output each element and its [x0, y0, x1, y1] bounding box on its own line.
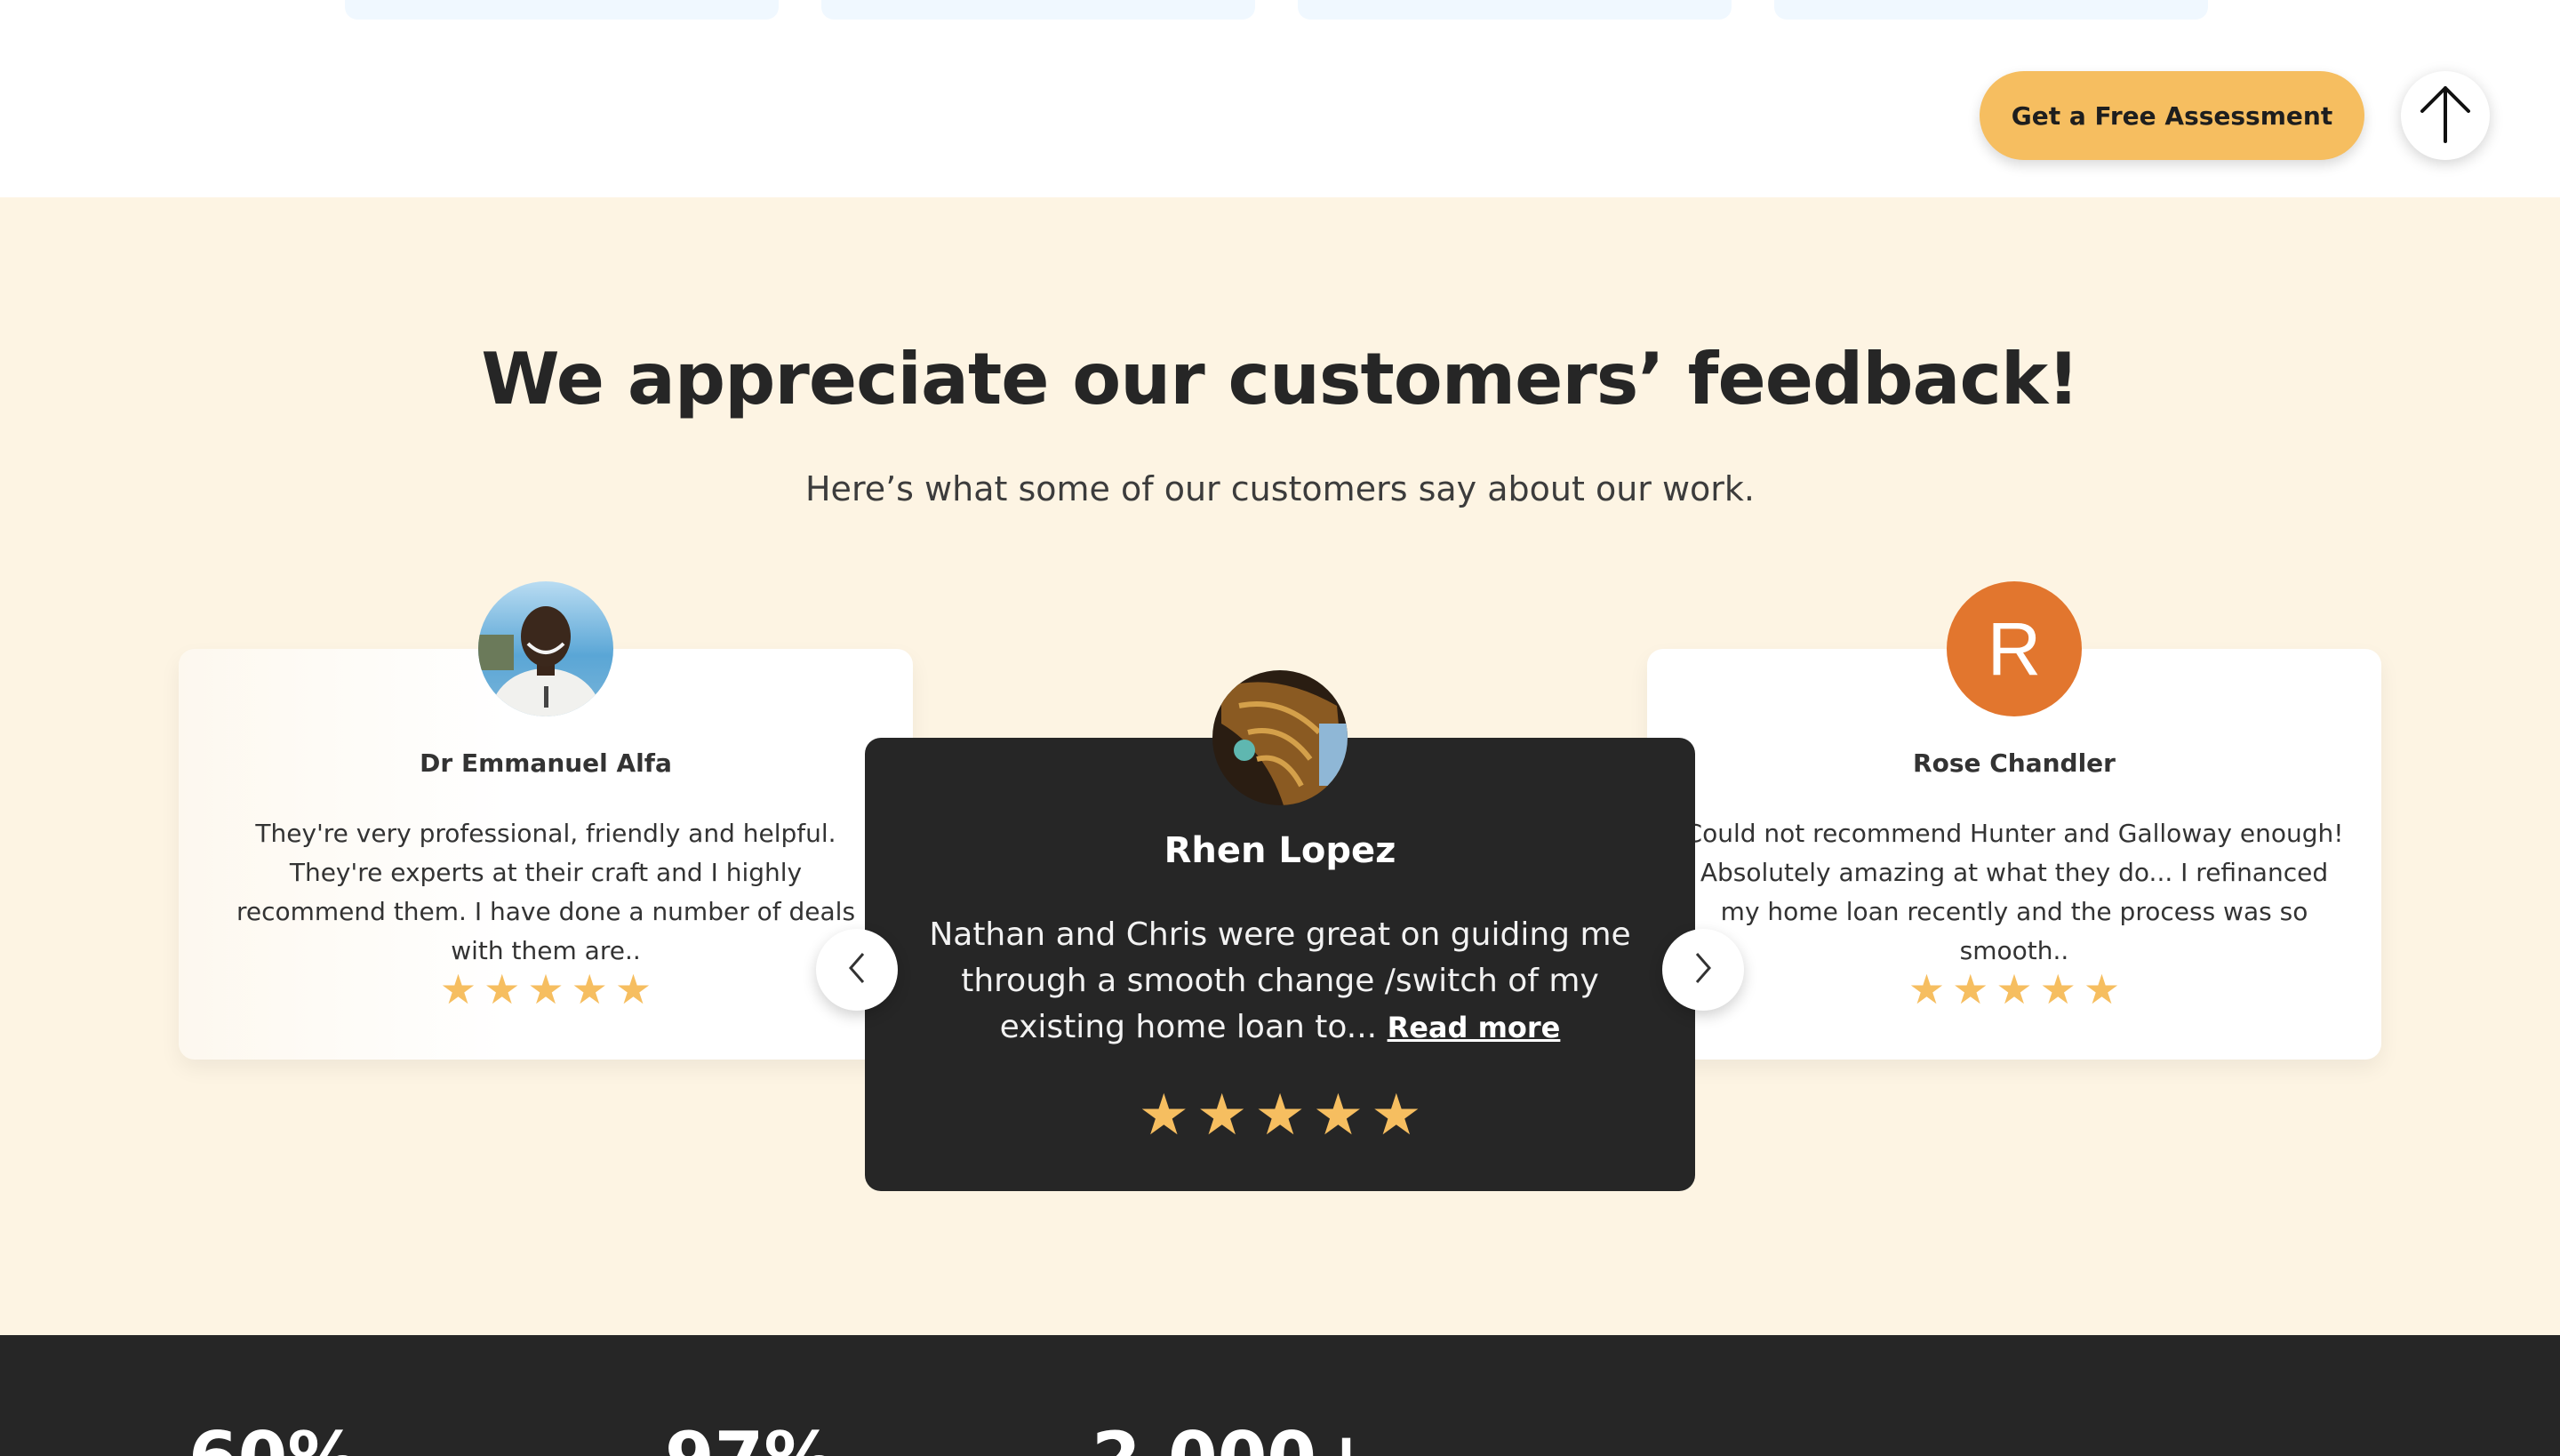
get-free-assessment-button[interactable]: Get a Free Assessment [1980, 71, 2364, 160]
avatar: R [1947, 581, 2082, 716]
star-icon: ★ [571, 965, 608, 1013]
star-icon: ★ [1138, 1083, 1189, 1148]
avatar-initial: R [1987, 606, 2042, 691]
star-icon: ★ [1996, 965, 2033, 1013]
testimonial-card-active: Rhen Lopez Nathan and Chris were great o… [865, 670, 1695, 1191]
star-icon: ★ [1908, 965, 1946, 1013]
star-icon: ★ [527, 965, 564, 1013]
avatar [1212, 670, 1348, 805]
section-title: We appreciate our customers’ feedback! [481, 338, 2079, 420]
star-icon: ★ [2039, 965, 2076, 1013]
star-icon: ★ [614, 965, 652, 1013]
stat-value: 97% [665, 1417, 835, 1456]
top-strip: Get a Free Assessment [0, 0, 2560, 197]
review-text: They're very professional, friendly and … [236, 819, 856, 965]
chevron-left-icon [844, 950, 870, 989]
stats-section: 60% 97% 2,000+ [0, 1335, 2560, 1456]
star-rating: ★ ★ ★ ★ ★ [179, 965, 913, 1013]
star-icon: ★ [1196, 1083, 1248, 1148]
star-icon: ★ [484, 965, 521, 1013]
review-ellipsis: ... [1346, 1009, 1378, 1045]
star-icon: ★ [439, 965, 477, 1013]
review-text: Could not recommend Hunter and Galloway … [1684, 819, 2344, 965]
chevron-right-icon [1690, 950, 1716, 989]
star-icon: ★ [1254, 1083, 1306, 1148]
feature-card [345, 0, 779, 20]
read-more-link[interactable]: Read more [1388, 1011, 1561, 1044]
reviewer-name: Dr Emmanuel Alfa [420, 748, 672, 778]
star-icon: ★ [2083, 965, 2121, 1013]
scroll-to-top-button[interactable] [2401, 71, 2490, 160]
avatar [478, 581, 613, 716]
reviewer-name: Rose Chandler [1913, 748, 2116, 778]
testimonial-card: Dr Emmanuel Alfa They're very profession… [179, 581, 913, 1060]
reviewer-name: Rhen Lopez [1164, 830, 1396, 871]
star-rating: ★ ★ ★ ★ ★ [865, 1083, 1695, 1148]
star-icon: ★ [1371, 1083, 1422, 1148]
carousel-next-button[interactable] [1662, 929, 1744, 1011]
testimonial-card: R Rose Chandler Could not recommend Hunt… [1647, 581, 2381, 1060]
star-icon: ★ [1952, 965, 1989, 1013]
stat-value: 2,000+ [1092, 1417, 1376, 1456]
testimonials-section: We appreciate our customers’ feedback! H… [0, 197, 2560, 1335]
review-text: Nathan and Chris were great on guiding m… [927, 912, 1633, 1051]
stat-value: 60% [188, 1417, 358, 1456]
star-icon: ★ [1312, 1083, 1364, 1148]
feature-card [1298, 0, 1732, 20]
section-subtitle: Here’s what some of our customers say ab… [804, 469, 1756, 508]
feature-card [1774, 0, 2208, 20]
carousel-prev-button[interactable] [816, 929, 898, 1011]
star-rating: ★ ★ ★ ★ ★ [1647, 965, 2381, 1013]
feature-card [821, 0, 1255, 20]
arrow-up-icon [2417, 83, 2474, 148]
